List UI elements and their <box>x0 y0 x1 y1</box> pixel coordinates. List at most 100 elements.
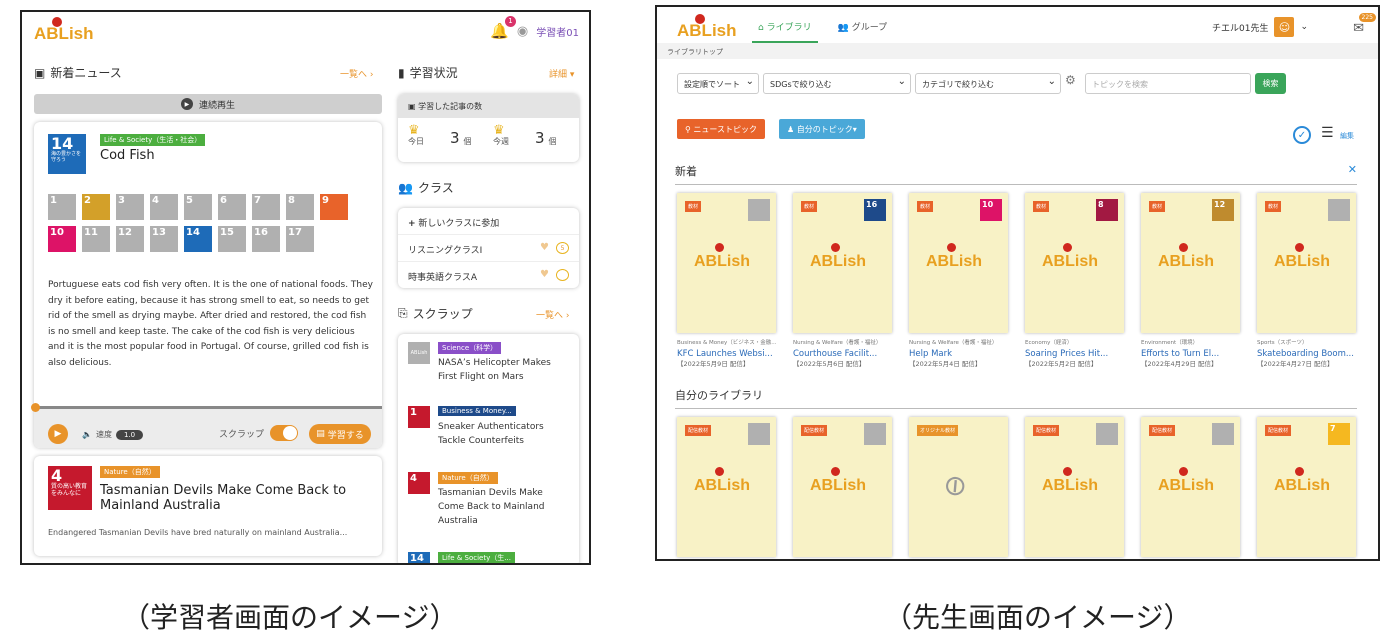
my-topic-button[interactable]: ♟ 自分のトピック▾ <box>779 119 865 139</box>
play-button[interactable]: ▶ <box>48 424 68 444</box>
topic-card[interactable]: 配信教材 ABLish <box>793 417 892 557</box>
topic-card[interactable]: 教材 16 ABLish <box>793 193 892 333</box>
class-item[interactable]: リスニングクラスI ♥ 5 <box>398 235 579 262</box>
topic-title[interactable]: Soaring Prices Hit... <box>1025 348 1135 360</box>
scrap-label: スクラップ <box>219 430 265 440</box>
tab-library[interactable]: ⌂ ライブラリ <box>752 7 818 43</box>
chevron-down-icon[interactable]: ⌄ <box>1300 22 1308 32</box>
topic-card[interactable]: 教材 8 ABLish <box>1025 193 1124 333</box>
topic-card[interactable]: 配信教材 ABLish <box>1141 417 1240 557</box>
article-card[interactable]: 4 質の高い教育をみんなに Nature（自然） Tasmanian Devils… <box>34 456 382 556</box>
scrap-title[interactable]: NASA’s Helicopter Makes First Flight on … <box>438 356 556 384</box>
sdg-tile: 2 <box>82 194 110 220</box>
close-icon[interactable]: ✕ <box>1348 163 1357 176</box>
topic-title[interactable]: Help Mark <box>909 348 1019 360</box>
topic-category: Nursing & Welfare（看護・福祉） <box>793 340 882 346</box>
learner-screen: ABLish 🔔 1 ◉ 学習者01 ▣ 新着ニュース 一覧へ › ▶ 連続再生 14… <box>20 10 591 565</box>
topic-category: Environment（環境） <box>1141 340 1199 346</box>
learning-status-box: ▣ 学習した記事の数 ♛ 今日 3 個 ♛ 今週 3 個 <box>398 94 579 162</box>
teacher-user-menu[interactable]: チエル01先生 ☺ ⌄ <box>1212 17 1308 37</box>
topic-date: 【2022年5月4日 配信】 <box>909 360 982 368</box>
article-body: Portuguese eats cod fish very often. It … <box>48 280 374 368</box>
scrap-title[interactable]: Sneaker Authenticators Tackle Counterfei… <box>438 420 556 448</box>
sdg-tile: 10 <box>48 226 76 252</box>
search-button[interactable]: 検索 <box>1255 73 1286 94</box>
category-tag: Life & Society（生... <box>438 552 515 563</box>
material-badge: 教材 <box>801 201 818 212</box>
topic-search-input[interactable]: トピックを検索 <box>1085 73 1251 94</box>
topic-card[interactable]: 配信教材 7 ABLish <box>1257 417 1356 557</box>
topic-category: Business & Money（ビジネス・金融... <box>677 340 777 346</box>
topic-title[interactable]: KFC Launches Websi... <box>677 348 787 360</box>
news-list-link[interactable]: 一覧へ › <box>340 67 373 80</box>
topic-category: Economy（経済） <box>1025 340 1073 346</box>
mail-badge: 225 <box>1358 13 1376 22</box>
play-all-button[interactable]: ▶ 連続再生 <box>34 94 382 114</box>
heart-icon[interactable]: ♥ <box>540 269 549 280</box>
ablish-logo: ABLish <box>1274 467 1330 495</box>
topic-title[interactable]: Courthouse Facilit... <box>793 348 903 360</box>
topic-card[interactable]: 教材 ABLish <box>1257 193 1356 333</box>
sdg-filter-select[interactable]: SDGsで絞り込む <box>763 73 911 94</box>
tab-group[interactable]: 👥 グループ <box>838 7 888 43</box>
article-card[interactable]: 14 海の豊かさを守ろう Life & Society（生活・社会） Cod Fi… <box>31 122 382 448</box>
breadcrumb[interactable]: ライブラリトップ <box>657 43 1378 59</box>
topic-card[interactable]: 教材 10 ABLish <box>909 193 1008 333</box>
speed-control[interactable]: 🔈 速度 1.0 <box>82 429 144 440</box>
heart-icon[interactable]: ♥ <box>540 242 549 253</box>
category-tag: Business & Money... <box>438 406 516 416</box>
bell-icon[interactable]: 🔔 1 <box>490 16 516 40</box>
class-section-title: 👥 クラス <box>398 180 454 196</box>
material-badge: 配信教材 <box>801 425 828 436</box>
class-item[interactable]: 時事英語クラスA ♥ <box>398 262 579 288</box>
ablish-logo[interactable]: ABLish <box>677 14 737 41</box>
article-title[interactable]: Cod Fish <box>100 148 155 163</box>
ablish-logo: ABLish <box>810 243 866 271</box>
ablish-logo: ABLish <box>694 467 750 495</box>
class-box: + 新しいクラスに参加 リスニングクラスI ♥ 5 時事英語クラスA ♥ <box>398 208 579 288</box>
speed-value[interactable]: 1.0 <box>115 429 144 440</box>
topic-title[interactable]: Skateboarding Boom... <box>1257 348 1367 360</box>
sdg-tile: 12 <box>116 226 144 252</box>
user-icon[interactable]: ◉ <box>517 24 528 39</box>
article-thumbnail: 1 <box>408 406 430 428</box>
ablish-logo[interactable]: ABLish <box>34 17 94 44</box>
category-filter-select[interactable]: カテゴリで絞り込む <box>915 73 1061 94</box>
topic-card[interactable]: 配信教材 ABLish <box>1025 417 1124 557</box>
audio-progress[interactable] <box>31 403 382 412</box>
teacher-screen: ABLish ⌂ ライブラリ 👥 グループ チエル01先生 ☺ ⌄ ✉ 225 ライブ… <box>655 5 1380 561</box>
user-name[interactable]: 学習者01 <box>536 24 579 39</box>
gear-icon[interactable]: ⚙ <box>1065 73 1076 87</box>
article-title[interactable]: Tasmanian Devils Make Come Back to Mainl… <box>100 483 370 513</box>
join-class-button[interactable]: + 新しいクラスに参加 <box>398 208 579 235</box>
chat-icon[interactable]: 5 <box>556 242 569 254</box>
topic-meta: Economy（経済） Soaring Prices Hit... 【2022年5月… <box>1025 339 1135 369</box>
chat-icon[interactable] <box>556 269 569 281</box>
new-section-header: 新着 ✕ <box>675 163 1357 185</box>
sdg-tile: 14 <box>184 226 212 252</box>
study-button[interactable]: ▤ 学習する <box>309 424 371 444</box>
news-topic-button[interactable]: ⚲ ニューストピック <box>677 119 766 139</box>
mail-icon[interactable]: ✉ 225 <box>1353 13 1376 36</box>
topic-card[interactable]: 教材 12 ABLish <box>1141 193 1240 333</box>
avatar[interactable]: ☺ <box>1274 17 1295 37</box>
topic-card[interactable]: 教材 ABLish <box>677 193 776 333</box>
list-icon[interactable]: ☰ <box>1321 125 1334 141</box>
scrap-title[interactable]: Tasmanian Devils Make Come Back to Mainl… <box>438 486 556 528</box>
material-badge: 教材 <box>685 201 702 212</box>
progress-knob[interactable] <box>31 403 40 412</box>
status-detail-link[interactable]: 詳細 ▾ <box>549 67 574 80</box>
scrap-toggle[interactable] <box>270 425 298 441</box>
edit-link[interactable]: 編集 <box>1340 131 1354 141</box>
sdg-tile: 13 <box>150 226 178 252</box>
topic-card[interactable]: オリジナル教材 ⊘ <box>909 417 1008 557</box>
topic-title[interactable]: Efforts to Turn El... <box>1141 348 1251 360</box>
sort-select[interactable]: 設定順でソート <box>677 73 759 94</box>
topic-card[interactable]: 配信教材 ABLish <box>677 417 776 557</box>
topic-meta: Sports（スポーツ） Skateboarding Boom... 【2022年4… <box>1257 339 1367 369</box>
sdg-thumbnail <box>748 199 770 221</box>
sdg-thumbnail: 7 <box>1328 423 1350 445</box>
check-circle-icon[interactable]: ✓ <box>1293 126 1311 144</box>
material-badge: オリジナル教材 <box>917 425 959 436</box>
scrap-list-link[interactable]: 一覧へ › <box>536 308 569 321</box>
